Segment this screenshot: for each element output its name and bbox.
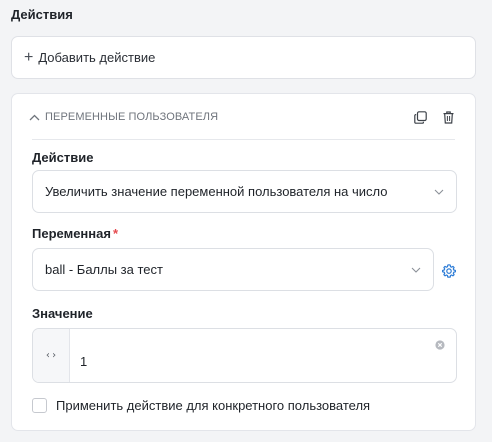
panel-actions [413, 110, 455, 124]
variable-select[interactable]: ball - Баллы за тест [32, 248, 434, 291]
variable-select-value: ball - Баллы за тест [45, 262, 163, 277]
plus-icon: + [24, 48, 34, 66]
section-title: Действия [11, 7, 73, 22]
trash-icon[interactable] [441, 110, 455, 124]
value-input[interactable] [70, 329, 456, 382]
chevron-up-icon[interactable] [28, 111, 40, 123]
specific-user-option[interactable]: Применить действие для конкретного польз… [32, 398, 370, 413]
code-toggle-icon[interactable]: ‹› [33, 329, 70, 382]
action-select[interactable]: Увеличить значение переменной пользовате… [32, 170, 457, 213]
value-field-label: Значение [32, 306, 93, 321]
actions-settings: Действия + Добавить действие ПЕРЕМЕННЫЕ … [0, 0, 492, 442]
gear-icon[interactable] [441, 263, 457, 279]
value-input-box: ‹› [32, 328, 457, 383]
specific-user-label: Применить действие для конкретного польз… [56, 398, 371, 413]
panel-header: ПЕРЕМЕННЫЕ ПОЛЬЗОВАТЕЛЯ [28, 108, 455, 126]
user-variables-panel: ПЕРЕМЕННЫЕ ПОЛЬЗОВАТЕЛЯ Действие Увеличи… [11, 93, 476, 431]
chevron-down-icon [433, 186, 444, 197]
add-action-label: Добавить действие [38, 50, 156, 65]
add-action-button[interactable]: + Добавить действие [11, 36, 476, 79]
chevron-down-icon [410, 264, 421, 275]
variable-label-text: Переменная [32, 226, 111, 241]
copy-icon[interactable] [413, 110, 427, 124]
specific-user-checkbox[interactable] [32, 398, 47, 413]
required-mark: * [112, 226, 119, 241]
panel-title: ПЕРЕМЕННЫЕ ПОЛЬЗОВАТЕЛЯ [45, 111, 219, 123]
variable-field-label: Переменная * [32, 226, 118, 241]
action-select-value: Увеличить значение переменной пользовате… [45, 184, 388, 199]
clear-icon[interactable] [435, 337, 445, 350]
divider [32, 139, 455, 140]
action-field-label: Действие [32, 150, 94, 165]
